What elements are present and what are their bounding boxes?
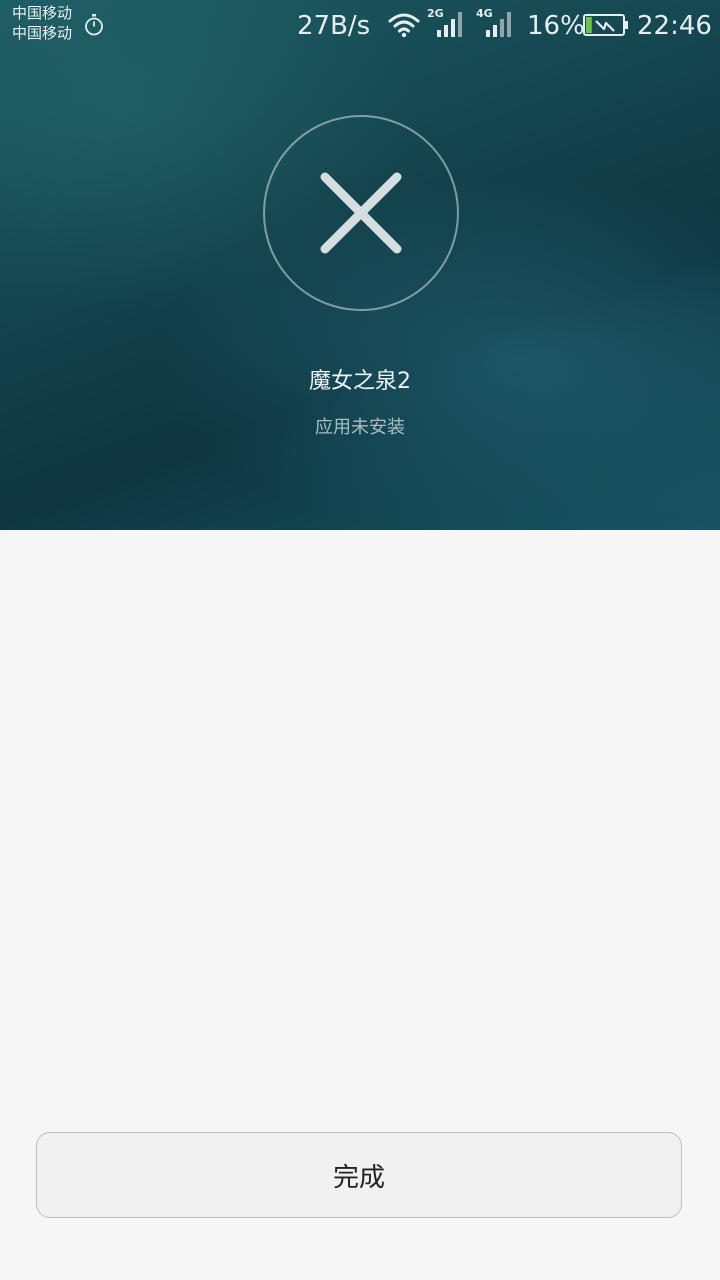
stopwatch-icon <box>85 14 103 36</box>
clock: 22:46 <box>637 11 712 41</box>
signal-bars-icon <box>437 12 462 37</box>
carrier-1: 中国移动 <box>12 4 73 22</box>
close-icon <box>320 172 402 254</box>
carrier-2: 中国移动 <box>12 24 73 42</box>
battery-charging-icon <box>583 14 628 36</box>
install-status-message: 应用未安装 <box>315 417 405 438</box>
wifi-icon <box>388 13 420 38</box>
failure-circle <box>263 115 459 311</box>
battery-percent: 16% <box>527 11 585 41</box>
carrier-labels: 中国移动 中国移动 <box>12 3 72 43</box>
app-name: 魔女之泉2 <box>309 369 411 394</box>
network-speed: 27B/s <box>297 11 371 41</box>
status-bar: 中国移动 中国移动 27B/s 2G 4G 16% 22:46 <box>0 0 720 52</box>
sim2-signal: 4G <box>476 8 512 38</box>
sim1-signal: 2G <box>427 8 463 38</box>
done-button[interactable]: 完成 <box>36 1132 682 1218</box>
signal-bars-icon <box>486 12 511 37</box>
result-header: 中国移动 中国移动 27B/s 2G 4G 16% 22:46 魔女之泉2 应用… <box>0 0 720 530</box>
